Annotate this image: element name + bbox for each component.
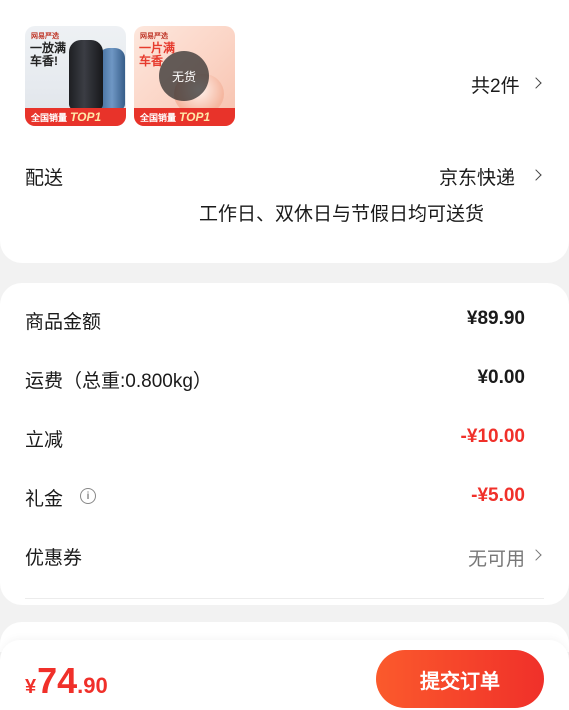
out-of-stock-badge: 无货 bbox=[159, 51, 209, 101]
product-brand: 网易严选 bbox=[140, 33, 168, 40]
submit-order-button[interactable]: 提交订单 bbox=[376, 650, 544, 708]
instant-discount-value: -¥10.00 bbox=[460, 426, 525, 447]
product-slogan: 一放满车香! bbox=[30, 41, 67, 68]
gift-money-label: 礼金 bbox=[25, 489, 64, 510]
info-icon[interactable]: i bbox=[80, 488, 96, 504]
shipping-fee-value: ¥0.00 bbox=[477, 367, 525, 388]
sales-badge: 全国销量 TOP1 bbox=[25, 108, 126, 126]
delivery-note: 工作日、双休日与节假日均可送货 bbox=[199, 204, 485, 225]
delivery-label: 配送 bbox=[25, 168, 64, 189]
product-thumbnail-1[interactable]: 网易严选 一放满车香! 全国销量 TOP1 bbox=[25, 26, 126, 126]
price-decimal: .90 bbox=[77, 673, 108, 698]
gift-money-value: -¥5.00 bbox=[471, 485, 525, 506]
coupon-value[interactable]: 无可用 bbox=[468, 544, 525, 571]
delivery-carrier[interactable]: 京东快递 bbox=[439, 163, 515, 190]
sales-badge: 全国销量 TOP1 bbox=[134, 108, 235, 126]
coupon-label: 优惠券 bbox=[25, 548, 83, 569]
item-count[interactable]: 共2件 bbox=[471, 71, 520, 98]
total-price: ¥ 74 .90 bbox=[25, 660, 108, 702]
goods-amount-value: ¥89.90 bbox=[466, 308, 525, 329]
divider bbox=[25, 598, 544, 599]
price-integer: 74 bbox=[37, 660, 78, 701]
product-brand: 网易严选 bbox=[31, 33, 59, 40]
shipping-fee-label: 运费（总重:0.800kg） bbox=[25, 371, 212, 392]
product-bottle-image bbox=[69, 40, 103, 110]
instant-discount-label: 立减 bbox=[25, 430, 64, 451]
goods-amount-label: 商品金额 bbox=[25, 312, 102, 333]
currency-symbol: ¥ bbox=[25, 676, 37, 698]
